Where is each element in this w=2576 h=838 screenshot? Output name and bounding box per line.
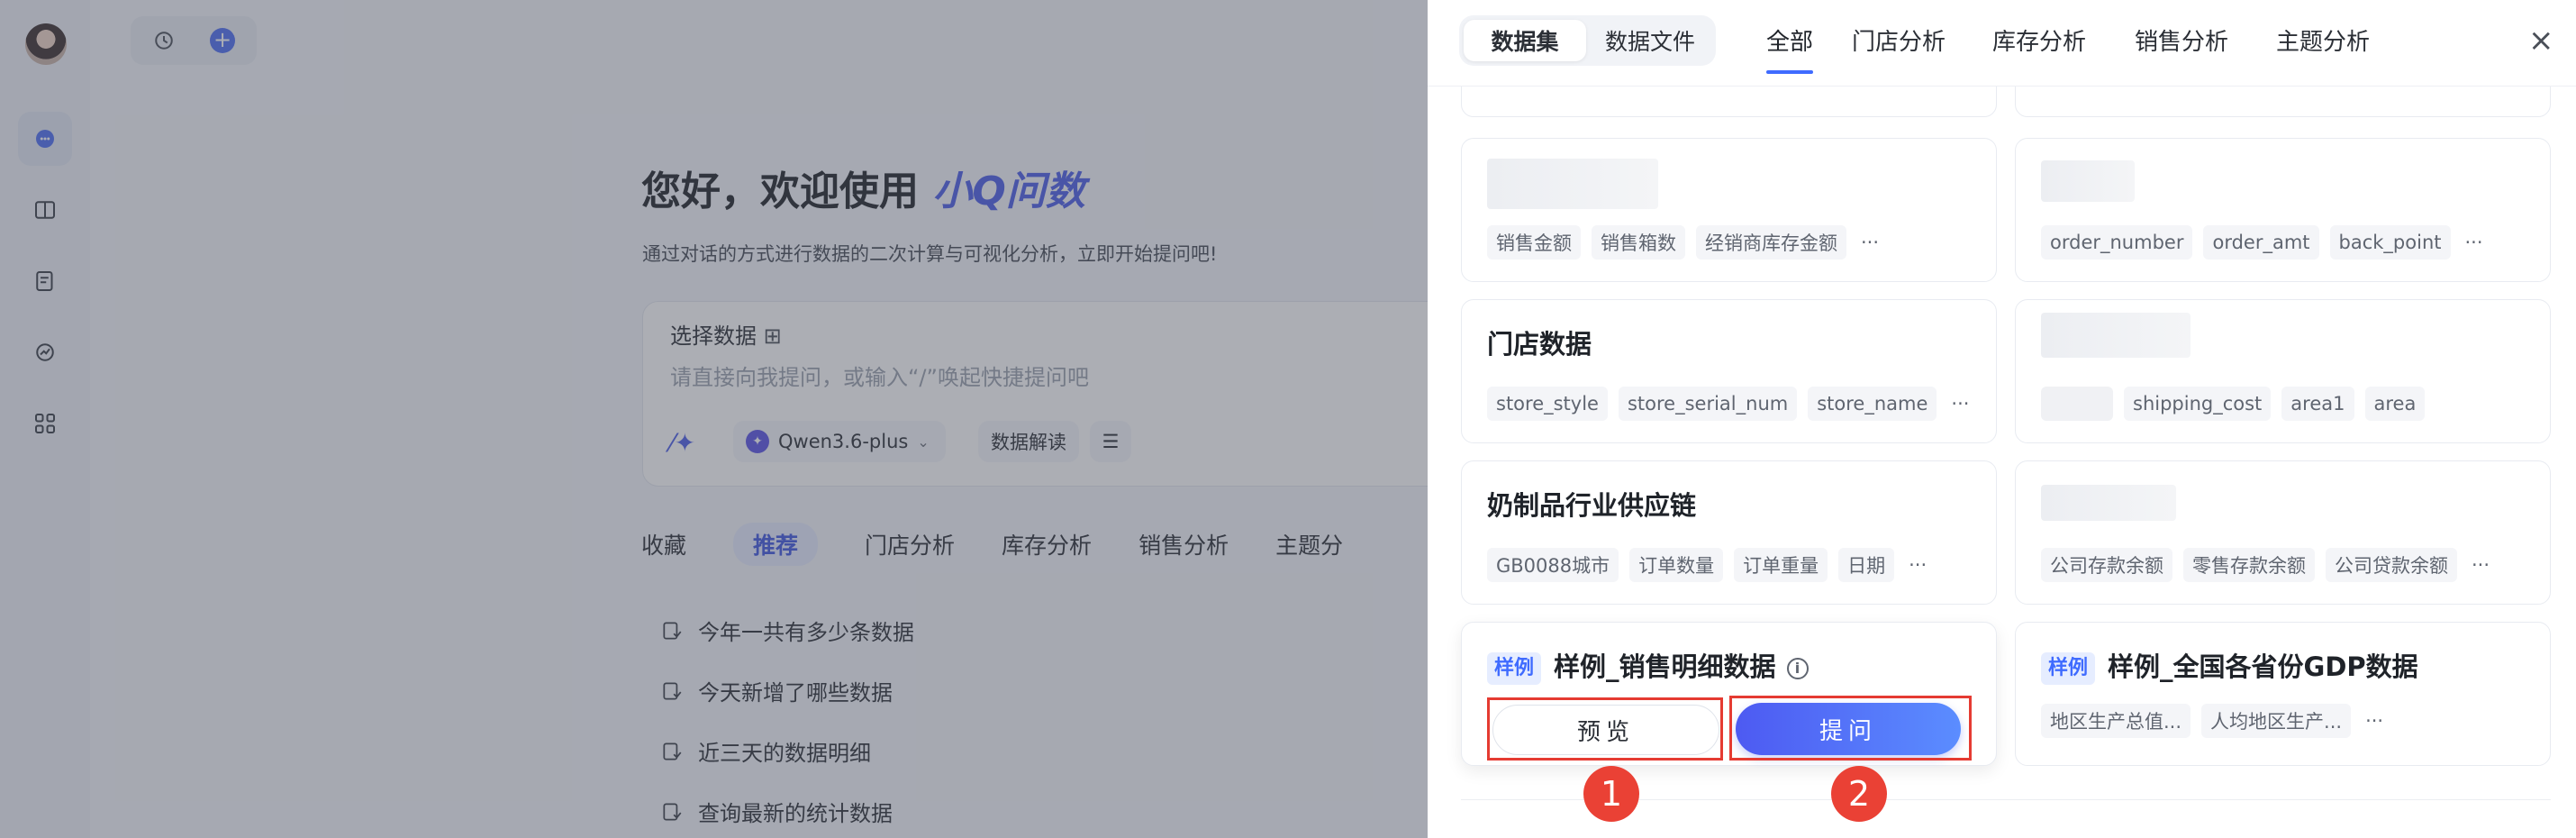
field-tag: 经销商库存金额 <box>1696 225 1846 260</box>
field-tag: 人均地区生产... <box>2201 704 2352 738</box>
sample-badge: 样例 <box>2041 652 2096 685</box>
field-tag: store_name <box>1808 387 1937 421</box>
field-tag: area <box>2364 387 2426 421</box>
more-icon: ··· <box>2365 710 2384 732</box>
field-tags: 地区生产总值... 人均地区生产... ··· <box>2041 704 2383 738</box>
field-tag: order_number <box>2041 225 2193 260</box>
dataset-card[interactable]: 奶制品行业供应链 GB0088城市 订单数量 订单重量 日期 ··· <box>1461 460 1997 605</box>
more-icon: ··· <box>1861 232 1880 253</box>
tab-all[interactable]: 全部 <box>1766 23 1814 74</box>
field-tag: 销售金额 <box>1487 225 1581 260</box>
more-icon: ··· <box>1951 393 1970 414</box>
field-tag: 日期 <box>1838 548 1895 582</box>
blurred-title <box>2041 313 2191 358</box>
dataset-card[interactable]: shipping_cost area1 area <box>2015 299 2551 443</box>
field-tag: area1 <box>2281 387 2354 421</box>
field-tag: 销售箱数 <box>1592 225 1685 260</box>
step-marker-2: 2 <box>1831 766 1887 822</box>
dataset-title: 样例 样例_销售明细数据 i <box>1487 646 1809 685</box>
segment-data-file[interactable]: 数据文件 <box>1589 20 1711 61</box>
highlight-box-ask <box>1729 696 1972 761</box>
blurred-tag <box>2041 387 2113 421</box>
dataset-title: 门店数据 <box>1487 329 1592 360</box>
step-marker-1: 1 <box>1583 766 1639 822</box>
blurred-title <box>1487 159 1658 209</box>
modal-backdrop[interactable] <box>0 0 1428 838</box>
blurred-title <box>2041 485 2176 521</box>
segment-dataset[interactable]: 数据集 <box>1464 20 1586 61</box>
more-icon: ··· <box>2464 232 2483 253</box>
tab-topic-analysis[interactable]: 主题分析 <box>2276 23 2370 57</box>
field-tag: 订单重量 <box>1734 548 1828 582</box>
field-tags: order_number order_amt back_point ··· <box>2041 225 2483 260</box>
dataset-card[interactable]: 公司存款余额 零售存款余额 公司贷款余额 ··· <box>2015 460 2551 605</box>
field-tag: 订单数量 <box>1629 548 1724 582</box>
drawer-header: 数据集 数据文件 全部 门店分析 库存分析 销售分析 主题分析 × <box>1428 0 2576 87</box>
close-icon[interactable]: × <box>2528 25 2554 56</box>
tab-inventory-analysis[interactable]: 库存分析 <box>1992 23 2086 57</box>
field-tag: order_amt <box>2203 225 2319 260</box>
blurred-title <box>2041 160 2135 202</box>
field-tag: store_style <box>1487 387 1608 421</box>
field-tag: GB0088城市 <box>1487 548 1619 582</box>
field-tag: 公司存款余额 <box>2041 548 2172 582</box>
field-tag: store_serial_num <box>1618 387 1798 421</box>
more-icon: ··· <box>1909 554 1927 576</box>
dataset-card[interactable]: 销售金额 销售箱数 经销商库存金额 ··· <box>1461 138 1997 282</box>
dataset-title: 奶制品行业供应链 <box>1487 490 1697 521</box>
field-tag: 零售存款余额 <box>2183 548 2315 582</box>
highlight-box-preview <box>1487 697 1723 761</box>
dataset-title: 样例 样例_全国各省份GDP数据 <box>2041 646 2418 685</box>
more-icon: ··· <box>2472 554 2490 576</box>
field-tag: back_point <box>2329 225 2451 260</box>
tab-sales-analysis[interactable]: 销售分析 <box>2135 23 2228 57</box>
field-tags: GB0088城市 订单数量 订单重量 日期 ··· <box>1487 548 1927 582</box>
field-tags: shipping_cost area1 area <box>2041 387 2426 421</box>
field-tag: 公司贷款余额 <box>2326 548 2457 582</box>
source-segmented-control: 数据集 数据文件 <box>1459 15 1716 66</box>
field-tag: 地区生产总值... <box>2041 704 2191 738</box>
sample-badge: 样例 <box>1487 652 1542 685</box>
field-tags: 公司存款余额 零售存款余额 公司贷款余额 ··· <box>2041 548 2490 582</box>
sample-dataset-card-gdp[interactable]: 样例 样例_全国各省份GDP数据 地区生产总值... 人均地区生产... ··· <box>2015 622 2551 766</box>
tab-store-analysis[interactable]: 门店分析 <box>1852 23 1946 57</box>
field-tags: 销售金额 销售箱数 经销商库存金额 ··· <box>1487 225 1879 260</box>
info-icon[interactable]: i <box>1786 658 1809 679</box>
dataset-card[interactable]: order_number order_amt back_point ··· <box>2015 138 2551 282</box>
field-tags: store_style store_serial_num store_name … <box>1487 387 1969 421</box>
dataset-card[interactable]: 门店数据 store_style store_serial_num store_… <box>1461 299 1997 443</box>
field-tag: shipping_cost <box>2124 387 2272 421</box>
